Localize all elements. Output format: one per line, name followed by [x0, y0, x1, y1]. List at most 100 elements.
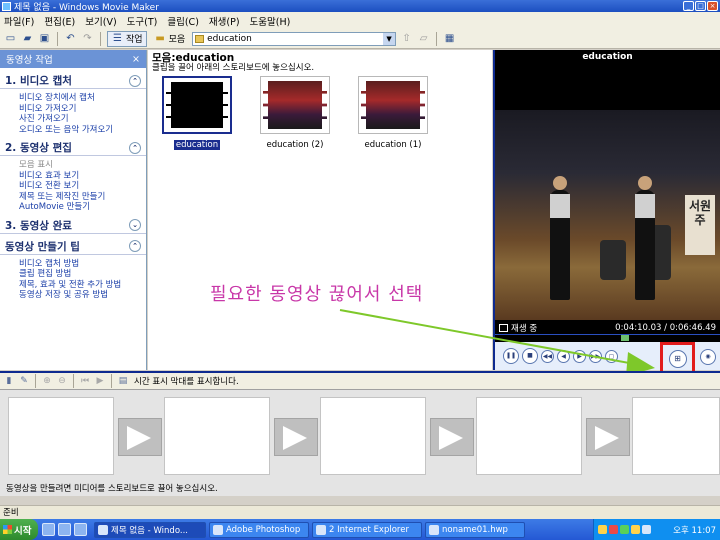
- link-how-to-save-share[interactable]: 동영상 저장 및 공유 방법: [19, 290, 146, 301]
- clip-thumbnail[interactable]: [358, 76, 428, 134]
- desktop-quicklaunch-icon[interactable]: [74, 523, 87, 536]
- clip-item[interactable]: education: [162, 76, 232, 150]
- play-storyboard-icon[interactable]: ▶: [94, 375, 106, 387]
- playback-status: 재생 중: [511, 323, 538, 334]
- show-timeline-icon[interactable]: ▤: [117, 375, 129, 387]
- storyboard-frame[interactable]: [8, 397, 114, 475]
- link-capture-from-device[interactable]: 비디오 장치에서 캡처: [19, 93, 146, 104]
- link-view-video-transitions[interactable]: 비디오 전환 보기: [19, 181, 146, 192]
- up-level-icon[interactable]: ⇧: [400, 32, 413, 45]
- link-import-video[interactable]: 비디오 가져오기: [19, 104, 146, 115]
- menu-view[interactable]: 보기(V): [85, 14, 116, 28]
- split-clip-icon[interactable]: ⊞: [668, 349, 687, 368]
- clip-item[interactable]: education (2): [260, 76, 330, 150]
- start-button[interactable]: 시작: [0, 519, 38, 540]
- tasks-button[interactable]: ☰ 작업: [107, 30, 147, 47]
- link-make-automovie[interactable]: AutoMovie 만들기: [19, 202, 146, 213]
- collapse-icon[interactable]: ⌃: [129, 141, 141, 154]
- new-project-icon[interactable]: ▭: [4, 32, 17, 45]
- stop-icon[interactable]: ■: [522, 348, 538, 364]
- taskbar-item-internet-explorer[interactable]: 2 Internet Explorer: [312, 521, 422, 538]
- narrate-icon[interactable]: ✎: [18, 375, 30, 387]
- menu-clip[interactable]: 클립(C): [167, 14, 199, 28]
- open-project-icon[interactable]: ▰: [21, 32, 34, 45]
- link-how-to-capture[interactable]: 비디오 캡처 방법: [19, 259, 146, 270]
- set-audio-levels-icon[interactable]: ▮: [3, 375, 15, 387]
- new-folder-icon[interactable]: ▱: [417, 32, 430, 45]
- tray-icon[interactable]: [609, 525, 618, 534]
- maximize-button[interactable]: □: [695, 1, 706, 11]
- transition-slot[interactable]: [118, 418, 162, 456]
- rewind-icon[interactable]: ◀: [557, 349, 570, 363]
- seek-bar[interactable]: [495, 334, 720, 342]
- preview-monitor: education 서원주 재생 중 0:04:10.03 / 0:06:46.…: [493, 50, 720, 375]
- section-title[interactable]: 동영상 만들기 팁 ⌃: [0, 239, 146, 255]
- close-window-button[interactable]: ×: [707, 1, 718, 11]
- section-finish-movie: 3. 동영상 완료 ⌄: [0, 218, 146, 234]
- clip-item[interactable]: education (1): [358, 76, 428, 150]
- tray-icon[interactable]: [620, 525, 629, 534]
- minimize-button[interactable]: _: [683, 1, 694, 11]
- zoom-in-icon[interactable]: ⊕: [41, 375, 53, 387]
- link-import-audio[interactable]: 오디오 또는 음악 가져오기: [19, 125, 146, 136]
- section-title[interactable]: 3. 동영상 완료 ⌄: [0, 218, 146, 234]
- storyboard-frame[interactable]: [632, 397, 720, 475]
- menu-tools[interactable]: 도구(T): [127, 14, 158, 28]
- show-timeline-label[interactable]: 시간 표시 막대를 표시합니다.: [134, 375, 239, 387]
- menu-help[interactable]: 도움말(H): [250, 14, 291, 28]
- zoom-out-icon[interactable]: ⊖: [56, 375, 68, 387]
- clip-thumbnail[interactable]: [162, 76, 232, 134]
- previous-frame-icon[interactable]: ◀◀: [541, 349, 554, 363]
- collections-button[interactable]: ▬ 모음: [151, 31, 189, 47]
- redo-icon[interactable]: ↷: [81, 32, 94, 45]
- transition-slot[interactable]: [430, 418, 474, 456]
- menu-play[interactable]: 재생(P): [209, 14, 240, 28]
- collapse-icon[interactable]: ⌃: [129, 74, 141, 87]
- ie-quicklaunch-icon[interactable]: [42, 523, 55, 536]
- storyboard-frame[interactable]: [164, 397, 270, 475]
- collapse-icon[interactable]: ⌃: [129, 240, 141, 252]
- section-title[interactable]: 1. 비디오 캡처 ⌃: [0, 73, 146, 89]
- link-view-video-effects[interactable]: 비디오 효과 보기: [19, 171, 146, 182]
- expand-icon[interactable]: ⌄: [129, 219, 141, 231]
- save-project-icon[interactable]: ▣: [38, 32, 51, 45]
- storyboard-frame[interactable]: [476, 397, 582, 475]
- storyboard-frame[interactable]: [320, 397, 426, 475]
- pause-icon[interactable]: ❚❚: [503, 348, 519, 364]
- tray-icon[interactable]: [631, 525, 640, 534]
- clip-thumbnail[interactable]: [260, 76, 330, 134]
- taskbar-item-photoshop[interactable]: Adobe Photoshop: [209, 521, 309, 538]
- video-preview[interactable]: 서원주: [495, 110, 720, 320]
- volume-icon[interactable]: [642, 525, 651, 534]
- transition-slot[interactable]: [586, 418, 630, 456]
- next-frame-icon[interactable]: ▶▶: [589, 349, 602, 363]
- collections-folder-icon: ▬: [155, 33, 165, 44]
- explorer-quicklaunch-icon[interactable]: [58, 523, 71, 536]
- clock: 오후 11:07: [673, 525, 716, 536]
- rewind-storyboard-icon[interactable]: ⏮: [79, 375, 91, 387]
- collection-dropdown[interactable]: education ▼: [192, 31, 397, 46]
- forward-icon[interactable]: ▶: [573, 349, 586, 363]
- transition-slot[interactable]: [274, 418, 318, 456]
- section-links: 모음 표시 비디오 효과 보기 비디오 전환 보기 제목 또는 제작진 만들기 …: [0, 156, 146, 213]
- close-pane-icon[interactable]: ×: [132, 54, 140, 65]
- fullscreen-icon[interactable]: ▢: [605, 349, 618, 363]
- link-import-pictures[interactable]: 사진 가져오기: [19, 114, 146, 125]
- monitor-icon: [499, 323, 508, 332]
- playback-time: 0:04:10.03 / 0:06:46.49: [615, 322, 716, 333]
- chevron-down-icon[interactable]: ▼: [383, 32, 396, 45]
- section-title[interactable]: 2. 동영상 편집 ⌃: [0, 140, 146, 156]
- link-make-titles-credits[interactable]: 제목 또는 제작진 만들기: [19, 192, 146, 203]
- menu-edit[interactable]: 편집(E): [44, 14, 75, 28]
- take-picture-icon[interactable]: ◉: [700, 349, 716, 365]
- taskbar-item-hwp[interactable]: noname01.hwp: [425, 521, 525, 538]
- seek-handle[interactable]: [621, 335, 629, 341]
- menu-file[interactable]: 파일(F): [4, 14, 34, 28]
- link-how-to-add-effects[interactable]: 제목, 효과 및 전환 추가 방법: [19, 280, 146, 291]
- tray-icon[interactable]: [598, 525, 607, 534]
- views-icon[interactable]: ▦: [443, 32, 456, 45]
- undo-icon[interactable]: ↶: [64, 32, 77, 45]
- windows-logo-icon: [3, 525, 12, 534]
- link-how-to-edit-clips[interactable]: 클립 편집 방법: [19, 269, 146, 280]
- taskbar-item-movie-maker[interactable]: 제목 없음 - Windo...: [94, 521, 206, 538]
